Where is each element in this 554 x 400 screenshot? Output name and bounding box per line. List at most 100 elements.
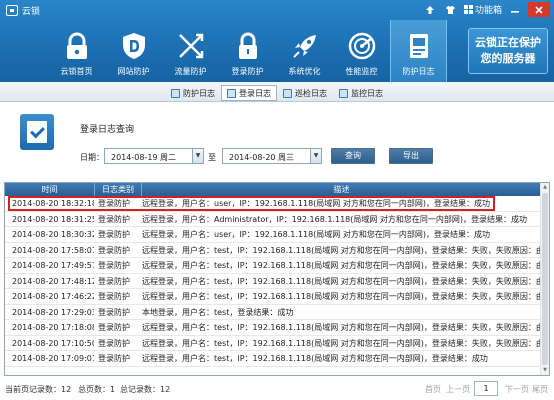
panel-title: 登录日志查询: [80, 125, 135, 135]
query-button[interactable]: 查询: [331, 148, 375, 164]
cell-time: 2014-08-20 17:58:01: [12, 245, 94, 255]
table-row[interactable]: 2014-08-20 17:49:57 登录防护 远程登录，用户名：test，IP：…: [5, 258, 542, 274]
tshirt-skin-icon[interactable]: [443, 2, 459, 17]
log-icon: [171, 88, 180, 98]
cell-time: 2014-08-20 17:10:50: [12, 338, 94, 348]
nav-label: 网站防护: [117, 67, 150, 76]
first-page-link[interactable]: 首页: [425, 384, 441, 395]
nav-item-home[interactable]: 云锁首页: [48, 20, 105, 82]
scroll-up-icon[interactable]: ▲: [542, 184, 548, 191]
cell-category: 登录防护: [98, 261, 130, 270]
nav-item-system-optimize[interactable]: 系统优化: [276, 20, 333, 82]
current-page-records: 当前页记录数：12: [5, 385, 72, 394]
table-row[interactable]: 2014-08-20 17:29:03 登录防护 本地登录，用户名：test，登录结…: [5, 305, 541, 320]
table-row[interactable]: 2014-08-20 17:09:01 登录防护 远程登录，用户名：test，IP：…: [5, 351, 541, 367]
date-label: 日期：: [80, 153, 104, 162]
cell-description: 远程登录，用户名：user，IP：192.168.1.118(局域网 对方和您在…: [142, 199, 490, 208]
protection-status-banner: 云锁正在保护 您的服务器: [468, 28, 548, 74]
cell-time: 2014-08-20 17:29:03: [12, 307, 94, 317]
tab-inspection-log[interactable]: 巡检日志: [277, 85, 333, 101]
cell-category: 登录防护: [98, 245, 130, 255]
nav-item-website-protection[interactable]: 网站防护: [105, 20, 162, 82]
chevron-down-icon[interactable]: ▼: [310, 149, 321, 163]
total-pages: 总页数：1: [78, 385, 116, 394]
cell-category: 登录防护: [98, 276, 130, 286]
table-row[interactable]: 2014-08-20 17:58:01 登录防护 远程登录，用户名：test，IP：…: [5, 243, 542, 258]
cell-description: 远程登录，用户名：Administrator，IP：192.168.1.118(…: [142, 214, 528, 224]
table-row[interactable]: 2014-08-20 18:31:25 登录防护 远程登录，用户名：Administ…: [5, 212, 541, 227]
tab-label: 监控日志: [351, 88, 383, 98]
total-records: 总记录数：12: [120, 385, 171, 394]
cell-description: 远程登录，用户名：test，IP：192.168.1.118(局域网 对方和您在…: [142, 323, 542, 332]
nav-item-traffic-protection[interactable]: 流量防护: [162, 20, 219, 82]
title-bar-controls: 功能箱: [422, 2, 550, 17]
main-nav: 云锁首页 网站防护 流量防护 登录防护 系统优化 性能监控 防护日志: [48, 20, 447, 82]
next-page-link[interactable]: 下一页: [505, 384, 529, 395]
top-banner: 云锁 功能箱 云锁首页 网站防护 流量防护 登录防护 系统优化 性能监控 防护日…: [0, 0, 554, 82]
cell-description: 远程登录，用户名：test，IP：192.168.1.118(局域网 对方和您在…: [142, 261, 542, 270]
padlock-icon: [238, 32, 257, 59]
pagination-footer: 当前页记录数：12 总页数：1 总记录数：12 首页 上一页 1 下一页 尾页: [0, 378, 554, 400]
cell-description: 远程登录，用户名：test，IP：192.168.1.118(局域网 对方和您在…: [142, 354, 488, 363]
cell-category: 登录防护: [98, 214, 130, 224]
page-number-input[interactable]: 1: [474, 381, 498, 396]
nav-item-performance-monitor[interactable]: 性能监控: [333, 20, 390, 82]
scroll-down-icon[interactable]: ▼: [542, 367, 548, 374]
log-table: 时间 日志类别 描述 2014-08-20 18:32:18 登录防护 远程登录，用…: [4, 182, 550, 376]
nav-item-login-protection[interactable]: 登录防护: [219, 20, 276, 82]
shield-d-icon: [122, 33, 145, 59]
export-button[interactable]: 导出: [389, 148, 433, 164]
table-row[interactable]: 2014-08-20 18:30:32 登录防护 远程登录，用户名：user，IP：…: [5, 227, 541, 243]
chevron-down-icon[interactable]: ▼: [192, 149, 203, 163]
grid-icon: [463, 5, 473, 14]
cell-description: 远程登录，用户名：test，IP：192.168.1.118(局域网 对方和您在…: [142, 245, 542, 255]
table-row[interactable]: 2014-08-20 18:32:18 登录防护 远程登录，用户名：user，IP：…: [5, 196, 541, 212]
function-box-menu[interactable]: 功能箱: [463, 3, 502, 16]
to-label: 至: [208, 153, 216, 162]
title-bar: 云锁 功能箱: [0, 0, 554, 20]
tab-monitor-log[interactable]: 监控日志: [333, 85, 389, 101]
app-title-text: 云锁: [22, 7, 41, 17]
query-panel: 登录日志查询 日期： 2014-08-19 周二 ▼ 至 2014-08-20 …: [0, 102, 554, 180]
end-date-value: 2014-08-20 周三: [229, 153, 295, 162]
promo-line-2: 您的服务器: [480, 52, 536, 65]
column-header-category[interactable]: 日志类别: [95, 183, 142, 196]
cell-category: 登录防护: [98, 323, 130, 332]
cell-time: 2014-08-20 18:31:25: [12, 214, 94, 224]
cell-time: 2014-08-20 17:48:12: [12, 276, 94, 286]
table-row[interactable]: 2014-08-20 17:18:08 登录防护 远程登录，用户名：test，IP：…: [5, 320, 542, 336]
nav-label: 流量防护: [174, 67, 207, 76]
table-header: 时间 日志类别 描述: [5, 183, 541, 196]
start-date-value: 2014-08-19 周二: [111, 153, 177, 162]
column-header-time[interactable]: 时间: [5, 183, 95, 196]
log-icon: [227, 88, 236, 98]
close-icon[interactable]: [528, 2, 550, 17]
table-row[interactable]: 2014-08-20 17:48:12 登录防护 远程登录，用户名：test，IP：…: [5, 274, 542, 289]
column-header-description[interactable]: 描述: [142, 183, 541, 196]
checklist-icon: [20, 114, 54, 150]
log-document-icon: [409, 34, 428, 58]
minimize-icon[interactable]: [507, 2, 523, 17]
upgrade-arrow-icon[interactable]: [422, 2, 438, 17]
nav-item-protection-log[interactable]: 防护日志: [390, 20, 447, 82]
start-date-picker[interactable]: 2014-08-19 周二 ▼: [104, 148, 204, 164]
traffic-arrows-icon: [178, 33, 203, 59]
end-date-picker[interactable]: 2014-08-20 周三 ▼: [222, 148, 322, 164]
cell-description: 本地登录，用户名：test，登录结果：成功: [142, 307, 294, 317]
cell-category: 登录防护: [98, 354, 130, 363]
table-row[interactable]: 2014-08-20 17:46:22 登录防护 远程登录，用户名：test，IP：…: [5, 289, 542, 305]
last-page-link[interactable]: 尾页: [532, 384, 548, 395]
tab-login-log[interactable]: 登录日志: [221, 85, 277, 101]
cell-description: 远程登录，用户名：test，IP：192.168.1.118(局域网 对方和您在…: [142, 338, 542, 348]
scrollbar-thumb[interactable]: [542, 193, 548, 365]
tab-label: 登录日志: [239, 88, 271, 98]
app-logo-icon: [6, 5, 18, 16]
cell-category: 登录防护: [98, 338, 130, 348]
vertical-scrollbar[interactable]: ▲ ▼: [540, 183, 549, 375]
tab-protection-log[interactable]: 防护日志: [165, 85, 221, 101]
table-row[interactable]: 2014-08-20 17:10:50 登录防护 远程登录，用户名：test，IP：…: [5, 336, 542, 351]
cell-time: 2014-08-20 18:32:18: [12, 199, 94, 208]
prev-page-link[interactable]: 上一页: [446, 384, 470, 395]
nav-label: 云锁首页: [60, 67, 93, 76]
cell-time: 2014-08-20 18:30:32: [12, 230, 94, 239]
